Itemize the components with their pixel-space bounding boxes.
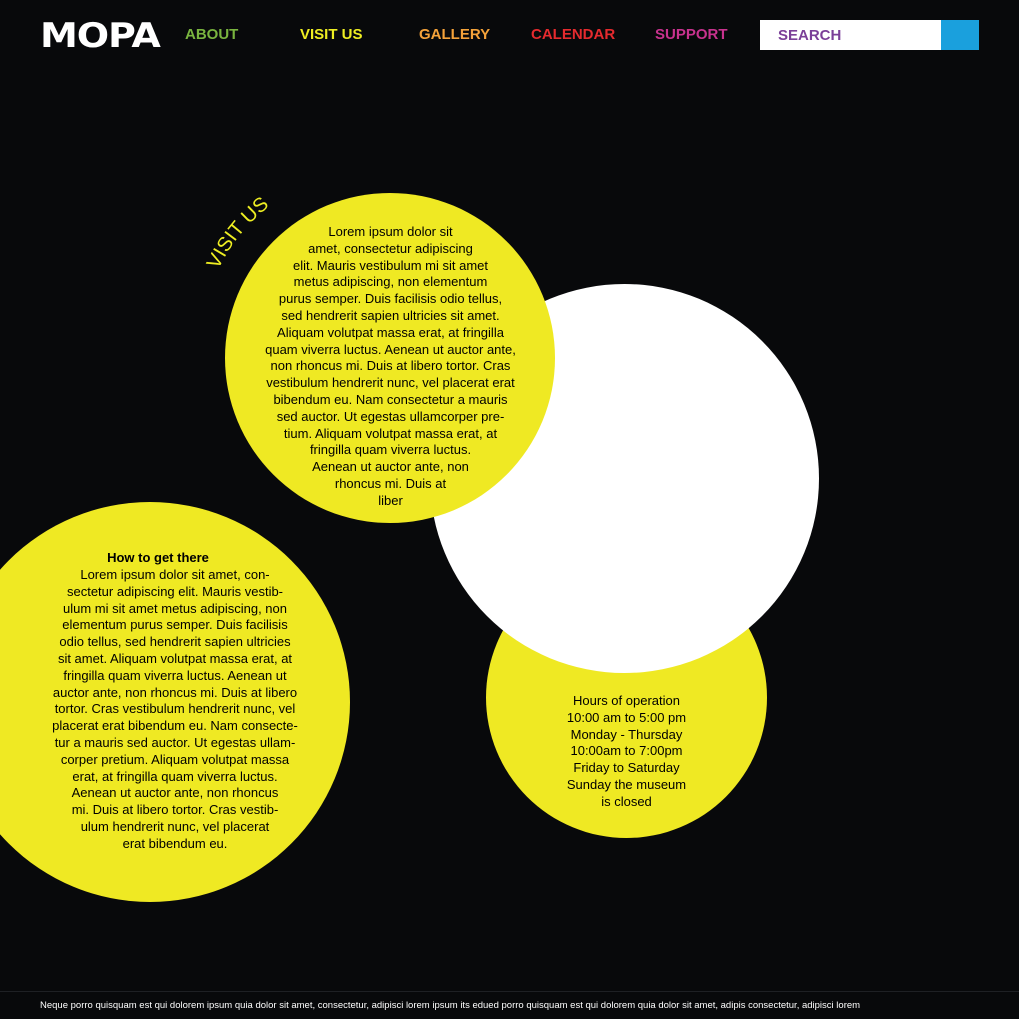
page: MOPA ABOUT VISIT US GALLERY CALENDAR SUP… — [0, 0, 1019, 1019]
directions-text: Lorem ipsum dolor sit amet, con- sectetu… — [52, 567, 298, 851]
nav-visit-us[interactable]: VISIT US — [300, 24, 363, 46]
nav-about[interactable]: ABOUT — [185, 24, 238, 46]
intro-text: Lorem ipsum dolor sit amet, consectetur … — [265, 224, 516, 508]
site-logo[interactable]: MOPA — [40, 19, 161, 53]
footer-text: Neque porro quisquam est qui dolorem ips… — [40, 1000, 861, 1011]
nav-support[interactable]: SUPPORT — [655, 24, 728, 46]
directions-title: How to get there — [107, 550, 209, 565]
footer-divider — [0, 991, 1019, 992]
nav-calendar[interactable]: CALENDAR — [531, 24, 615, 46]
search-bar — [760, 20, 979, 50]
search-button[interactable] — [941, 20, 979, 50]
nav-gallery[interactable]: GALLERY — [419, 24, 490, 46]
search-input[interactable] — [760, 20, 941, 50]
hours-text: Hours of operation 10:00 am to 5:00 pm M… — [566, 693, 687, 809]
